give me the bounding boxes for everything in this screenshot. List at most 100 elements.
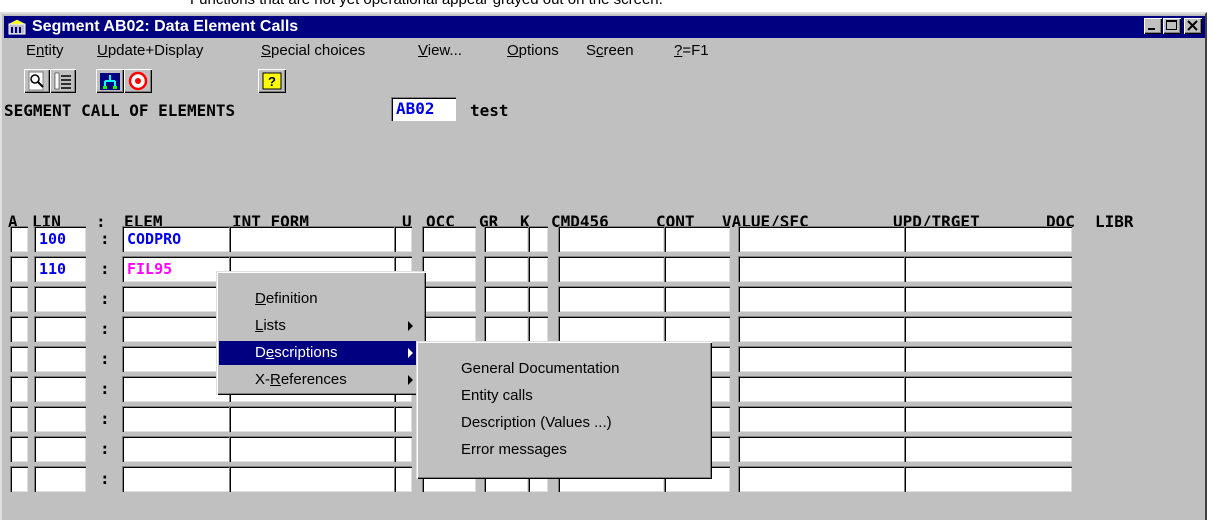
cell-gr[interactable] [484, 256, 528, 282]
cell-int[interactable] [229, 436, 395, 462]
cell-elem[interactable] [122, 316, 230, 342]
cell-upd[interactable] [904, 346, 1072, 372]
cell-value[interactable] [738, 286, 906, 312]
cell-upd[interactable] [904, 406, 1072, 432]
cell-value[interactable] [738, 346, 906, 372]
cell-u[interactable] [394, 466, 412, 492]
cell-upd[interactable] [904, 466, 1072, 492]
cell-cmd[interactable] [558, 286, 664, 312]
cell-cmd[interactable] [558, 226, 664, 252]
cell-a[interactable] [10, 406, 28, 432]
cell-upd[interactable] [904, 286, 1072, 312]
cell-a[interactable] [10, 226, 28, 252]
menu-special-choices[interactable]: Special choices [261, 42, 365, 59]
cell-lin[interactable] [34, 346, 86, 372]
cell-occ[interactable] [422, 226, 476, 252]
segment-code-field[interactable]: AB02 [391, 97, 456, 121]
cell-value[interactable] [738, 226, 906, 252]
cell-a[interactable] [10, 286, 28, 312]
cell-cont[interactable] [664, 316, 730, 342]
list-button[interactable] [50, 69, 76, 93]
tree-button[interactable] [96, 69, 124, 93]
cell-elem[interactable]: CODPRO [122, 226, 230, 252]
cell-lin[interactable] [34, 286, 86, 312]
cell-elem[interactable] [122, 466, 230, 492]
cell-cmd[interactable] [558, 256, 664, 282]
cell-upd[interactable] [904, 316, 1072, 342]
cell-elem[interactable] [122, 376, 230, 402]
cell-value[interactable] [738, 406, 906, 432]
cell-a[interactable] [10, 436, 28, 462]
close-button[interactable] [1184, 18, 1202, 34]
menu-item-x-references[interactable]: X-References [219, 368, 423, 392]
cell-upd[interactable] [904, 376, 1072, 402]
menu-screen[interactable]: Screen [586, 42, 634, 59]
minimize-button[interactable] [1144, 18, 1162, 34]
cell-cont[interactable] [664, 286, 730, 312]
cell-a[interactable] [10, 466, 28, 492]
cell-lin[interactable]: 110 [34, 256, 86, 282]
cell-lin[interactable] [34, 466, 86, 492]
menu-view[interactable]: View... [418, 42, 462, 59]
cell-gr[interactable] [484, 286, 528, 312]
cell-value[interactable] [738, 466, 906, 492]
cell-cont[interactable] [664, 256, 730, 282]
maximize-button[interactable] [1163, 18, 1181, 34]
cell-k[interactable] [528, 286, 548, 312]
submenu-item-description-values[interactable]: Description (Values ...) [419, 411, 709, 435]
menu-item-lists[interactable]: Lists [219, 314, 423, 338]
menu-item-descriptions[interactable]: Descriptions [219, 341, 423, 365]
menu-update-display[interactable]: Update+Display [97, 42, 203, 59]
cell-k[interactable] [528, 316, 548, 342]
cell-a[interactable] [10, 346, 28, 372]
cell-cont[interactable] [664, 226, 730, 252]
cell-lin[interactable] [34, 316, 86, 342]
cell-value[interactable] [738, 316, 906, 342]
cell-gr[interactable] [484, 226, 528, 252]
cell-u[interactable] [394, 436, 412, 462]
cell-upd[interactable] [904, 436, 1072, 462]
cell-upd[interactable] [904, 256, 1072, 282]
cell-int[interactable] [229, 226, 395, 252]
cell-u[interactable] [394, 226, 412, 252]
cell-a[interactable] [10, 256, 28, 282]
row-separator: : [100, 439, 110, 458]
app-icon [8, 19, 26, 35]
menu-options[interactable]: Options [507, 42, 559, 59]
cell-occ[interactable] [422, 286, 476, 312]
cell-elem[interactable] [122, 436, 230, 462]
menu-item-definition[interactable]: Definition [219, 287, 423, 311]
cell-k[interactable] [528, 226, 548, 252]
cell-u[interactable] [394, 406, 412, 432]
cell-occ[interactable] [422, 256, 476, 282]
menu-help[interactable]: ?=F1 [674, 42, 709, 59]
cell-cmd[interactable] [558, 316, 664, 342]
cell-lin[interactable] [34, 436, 86, 462]
cell-lin[interactable] [34, 406, 86, 432]
submenu-item-error-messages[interactable]: Error messages [419, 438, 709, 462]
submenu-item-entity-calls[interactable]: Entity calls [419, 384, 709, 408]
cell-elem[interactable]: FIL95 [122, 256, 230, 282]
cell-a[interactable] [10, 316, 28, 342]
cell-occ[interactable] [422, 316, 476, 342]
help-button[interactable]: ? [258, 69, 286, 93]
cell-k[interactable] [528, 256, 548, 282]
cell-lin[interactable]: 100 [34, 226, 86, 252]
cell-upd[interactable] [904, 226, 1072, 252]
search-button[interactable] [24, 69, 50, 93]
submenu-item-general-documentation[interactable]: General Documentation [419, 357, 709, 381]
cell-int[interactable] [229, 406, 395, 432]
cell-elem[interactable] [122, 346, 230, 372]
cell-value[interactable] [738, 256, 906, 282]
cell-value[interactable] [738, 436, 906, 462]
cell-gr[interactable] [484, 316, 528, 342]
cell-elem[interactable] [122, 406, 230, 432]
cell-value[interactable] [738, 376, 906, 402]
caption-label: Functions that are not yet operational a… [190, 0, 663, 8]
cell-elem[interactable] [122, 286, 230, 312]
cell-lin[interactable] [34, 376, 86, 402]
cell-int[interactable] [229, 466, 395, 492]
cell-a[interactable] [10, 376, 28, 402]
menu-entity[interactable]: Entity [26, 42, 64, 59]
target-button[interactable] [124, 69, 152, 93]
